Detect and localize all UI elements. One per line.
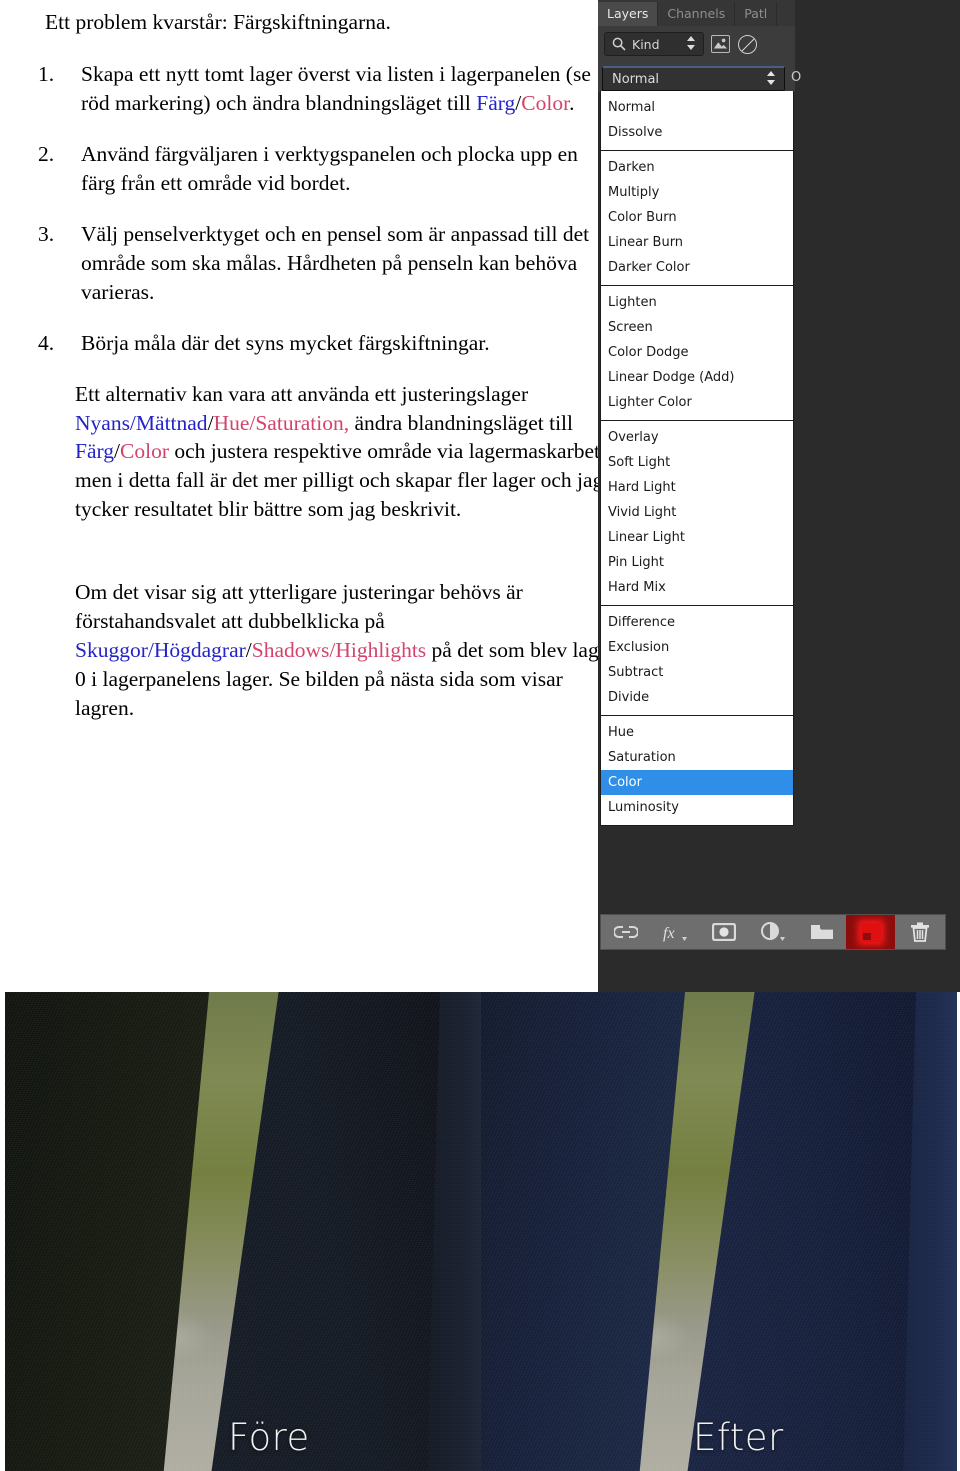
- photo-after: Efter: [481, 992, 957, 1471]
- term-pink: Color: [120, 439, 169, 464]
- layer-filter-row: Kind: [598, 26, 795, 64]
- menu-item[interactable]: Normal: [601, 95, 793, 120]
- term-blue: Färg: [476, 91, 516, 116]
- opacity-label-stub: O: [791, 70, 802, 85]
- menu-item[interactable]: Vivid Light: [601, 500, 793, 525]
- menu-item[interactable]: Hue: [601, 720, 793, 745]
- term-blue: Skuggor/Högdagrar: [75, 637, 246, 662]
- photo-grain-overlay: [5, 992, 481, 1471]
- menu-item[interactable]: Linear Burn: [601, 230, 793, 255]
- step-text: Börja måla där det syns mycket färgskift…: [81, 330, 490, 355]
- menu-item[interactable]: Luminosity: [601, 795, 793, 820]
- step-number: 2.: [38, 142, 55, 167]
- menu-item-color-selected[interactable]: Color: [601, 770, 793, 795]
- alternative-method-paragraph: Ett alternativ kan vara att använda ett …: [75, 381, 615, 522]
- menu-item[interactable]: Subtract: [601, 660, 793, 685]
- photo-label-before: Före: [228, 1416, 310, 1459]
- menu-item[interactable]: Color Burn: [601, 205, 793, 230]
- new-layer-glyph: [860, 922, 881, 942]
- document-text-column: Ett problem kvarstår: Färgskiftningarna.…: [0, 0, 615, 723]
- list-item: 1. Skapa ett nytt tomt lager överst via …: [30, 60, 592, 118]
- before-after-comparison: Före Efter: [5, 992, 957, 1471]
- list-item: 4. Börja måla där det syns mycket färgsk…: [30, 329, 592, 358]
- lead-paragraph: Ett problem kvarstår: Färgskiftningarna.: [45, 10, 391, 34]
- dropdown-group: Darken Multiply Color Burn Linear Burn D…: [601, 151, 793, 286]
- dropdown-group: Hue Saturation Color Luminosity: [601, 716, 793, 825]
- term-blue: Nyans/Mättnad: [75, 410, 208, 435]
- image-layer-filter-icon[interactable]: [711, 35, 730, 53]
- step-number: 3.: [38, 222, 55, 246]
- layer-style-fx-icon[interactable]: fx: [650, 915, 699, 949]
- tab-paths[interactable]: Patl: [735, 2, 778, 26]
- new-group-folder-icon[interactable]: [797, 915, 846, 949]
- step-number: 1.: [38, 62, 55, 87]
- page-root: Ett problem kvarstår: Färgskiftningarna.…: [0, 0, 960, 1471]
- menu-item[interactable]: Lighter Color: [601, 390, 793, 415]
- menu-item[interactable]: Linear Dodge (Add): [601, 365, 793, 390]
- menu-item[interactable]: Difference: [601, 610, 793, 635]
- menu-item[interactable]: Exclusion: [601, 635, 793, 660]
- blend-mode-value: Normal: [612, 71, 660, 87]
- menu-item[interactable]: Pin Light: [601, 550, 793, 575]
- add-layer-mask-icon[interactable]: [699, 915, 748, 949]
- list-item: 3. Välj penselverktyget och en pensel so…: [30, 220, 592, 307]
- menu-item[interactable]: Screen: [601, 315, 793, 340]
- adjustment-layer-filter-icon[interactable]: [738, 35, 757, 54]
- term-pink: Color: [521, 91, 570, 116]
- menu-item[interactable]: Hard Mix: [601, 575, 793, 600]
- dropdown-group: Overlay Soft Light Hard Light Vivid Ligh…: [601, 421, 793, 606]
- menu-item[interactable]: Dissolve: [601, 120, 793, 145]
- tab-layers[interactable]: Layers: [598, 2, 659, 26]
- photo-grain-overlay: [481, 992, 957, 1471]
- menu-item[interactable]: Darken: [601, 155, 793, 180]
- numbered-steps-list: 1. Skapa ett nytt tomt lager överst via …: [30, 60, 592, 357]
- panel-tab-strip: Layers Channels Patl: [598, 0, 795, 26]
- new-layer-icon[interactable]: [846, 915, 895, 949]
- search-icon: [611, 36, 627, 52]
- delete-layer-trash-icon[interactable]: [895, 915, 944, 949]
- step-text: Välj penselverktyget och en pensel som ä…: [81, 222, 590, 304]
- filter-kind-label: Kind: [632, 36, 660, 52]
- menu-item[interactable]: Soft Light: [601, 450, 793, 475]
- photo-label-after: Efter: [693, 1416, 784, 1459]
- menu-item[interactable]: Color Dodge: [601, 340, 793, 365]
- dropdown-group: Lighten Screen Color Dodge Linear Dodge …: [601, 286, 793, 421]
- layer-type-filter-icons: [711, 35, 757, 54]
- step-number: 4.: [38, 330, 55, 355]
- list-item: 2. Använd färgväljaren i verktygspanelen…: [30, 140, 592, 198]
- updown-stepper-icon[interactable]: [686, 35, 696, 53]
- menu-item[interactable]: Overlay: [601, 425, 793, 450]
- menu-item[interactable]: Divide: [601, 685, 793, 710]
- filter-kind-dropdown[interactable]: Kind: [604, 32, 704, 56]
- menu-item[interactable]: Lighten: [601, 290, 793, 315]
- menu-item[interactable]: Hard Light: [601, 475, 793, 500]
- blend-mode-select[interactable]: Normal: [602, 66, 785, 91]
- menu-item[interactable]: Linear Light: [601, 525, 793, 550]
- photo-before: Före: [5, 992, 481, 1471]
- tab-channels[interactable]: Channels: [658, 2, 736, 26]
- menu-item[interactable]: Saturation: [601, 745, 793, 770]
- dropdown-group: Difference Exclusion Subtract Divide: [601, 606, 793, 716]
- term-pink: Hue/Saturation,: [213, 410, 350, 435]
- link-layers-icon[interactable]: [601, 915, 650, 949]
- step-text: Använd färgväljaren i verktygspanelen oc…: [81, 142, 578, 196]
- term-blue: Färg: [75, 439, 115, 464]
- new-adjustment-layer-icon[interactable]: [748, 915, 797, 949]
- photoshop-layers-panel: Layers Channels Patl Kind Normal O Norma…: [598, 0, 960, 992]
- term-pink: Shadows/Highlights: [251, 637, 427, 662]
- blend-mode-dropdown-list[interactable]: Normal Dissolve Darken Multiply Color Bu…: [600, 91, 794, 826]
- blend-mode-row: Normal O: [598, 64, 801, 92]
- further-adjustments-paragraph: Om det visar sig att ytterligare justeri…: [75, 580, 616, 720]
- menu-item[interactable]: Darker Color: [601, 255, 793, 280]
- step-text: Skapa ett nytt tomt lager överst via lis…: [81, 62, 591, 116]
- updown-stepper-icon[interactable]: [766, 70, 776, 88]
- dropdown-group: Normal Dissolve: [601, 91, 793, 151]
- menu-item[interactable]: Multiply: [601, 180, 793, 205]
- layers-panel-bottom-bar: fx: [600, 914, 946, 950]
- svg-text:fx: fx: [663, 925, 675, 942]
